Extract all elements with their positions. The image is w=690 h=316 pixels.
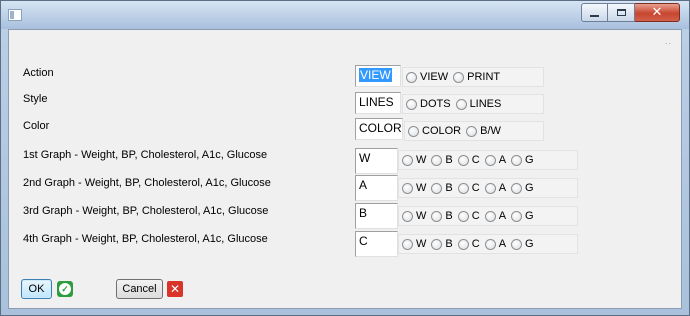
action-field[interactable]: VIEW [355, 65, 401, 87]
radio-icon[interactable] [484, 182, 496, 194]
color-radio-group: COLOR B/W [404, 121, 544, 141]
radio-icon[interactable] [406, 71, 417, 83]
graph3-option-g[interactable]: G [511, 210, 534, 222]
style-field[interactable]: LINES [355, 92, 401, 114]
radio-icon[interactable] [511, 238, 523, 250]
cancel-button[interactable]: Cancel [116, 279, 163, 299]
checkmark-icon[interactable]: ✓ [57, 281, 73, 297]
radio-icon[interactable] [484, 154, 496, 166]
action-option-view[interactable]: VIEW [406, 71, 448, 83]
radio-icon[interactable] [457, 182, 469, 194]
color-option-bw[interactable]: B/W [466, 125, 501, 137]
maximize-icon [616, 9, 626, 16]
graph1-option-b[interactable]: B [431, 154, 453, 166]
maximize-button[interactable] [608, 3, 635, 22]
radio-icon[interactable] [511, 210, 523, 222]
radio-icon[interactable] [457, 210, 469, 222]
graph1-radio-group: W B C A G [398, 150, 578, 170]
color-label: Color [23, 120, 50, 132]
radio-icon[interactable] [431, 154, 443, 166]
radio-icon[interactable] [408, 125, 419, 137]
graph1-option-g[interactable]: G [511, 154, 534, 166]
graph2-field[interactable]: A [355, 175, 398, 201]
graph1-label: 1st Graph - Weight, BP, Cholesterol, A1c… [23, 149, 268, 161]
color-field[interactable]: COLOR [355, 118, 403, 140]
style-option-lines[interactable]: LINES [455, 98, 501, 110]
style-label: Style [23, 93, 48, 105]
radio-icon[interactable] [402, 182, 413, 194]
radio-icon[interactable] [453, 71, 465, 83]
graph3-field[interactable]: B [355, 203, 398, 229]
graph4-option-b[interactable]: B [431, 238, 453, 250]
radio-icon[interactable] [402, 210, 413, 222]
graph2-option-g[interactable]: G [511, 182, 534, 194]
radio-icon[interactable] [457, 238, 469, 250]
title-bar[interactable]: ✕ [1, 1, 689, 29]
ok-button[interactable]: OK [21, 279, 52, 299]
radio-icon[interactable] [431, 210, 443, 222]
radio-icon[interactable] [511, 182, 523, 194]
radio-icon[interactable] [511, 154, 523, 166]
graph2-label: 2nd Graph - Weight, BP, Cholesterol, A1c… [23, 177, 271, 189]
cancel-x-icon[interactable]: ✕ [167, 281, 183, 297]
radio-icon[interactable] [402, 154, 413, 166]
radio-icon[interactable] [455, 98, 467, 110]
graph3-option-c[interactable]: C [457, 210, 480, 222]
graph2-option-a[interactable]: A [484, 182, 506, 194]
radio-icon[interactable] [402, 238, 413, 250]
graph4-option-w[interactable]: W [402, 238, 426, 250]
style-radio-group: DOTS LINES [402, 94, 544, 114]
graph2-option-b[interactable]: B [431, 182, 453, 194]
graph4-option-g[interactable]: G [511, 238, 534, 250]
graph4-radio-group: W B C A G [398, 234, 578, 254]
grip-icon: .. [664, 36, 672, 46]
action-label: Action [23, 67, 54, 79]
graph4-option-a[interactable]: A [484, 238, 506, 250]
radio-icon[interactable] [406, 98, 417, 110]
close-button[interactable]: ✕ [635, 3, 680, 22]
graph1-option-a[interactable]: A [484, 154, 506, 166]
dialog-window: ✕ .. Action VIEW VIEW PRINT Style LINES … [0, 0, 690, 316]
minimize-icon [590, 14, 599, 17]
radio-icon[interactable] [466, 125, 478, 137]
action-radio-group: VIEW PRINT [402, 67, 544, 87]
action-option-print[interactable]: PRINT [453, 71, 500, 83]
graph3-option-w[interactable]: W [402, 210, 426, 222]
minimize-button[interactable] [581, 3, 608, 22]
graph2-option-c[interactable]: C [457, 182, 480, 194]
radio-icon[interactable] [431, 238, 443, 250]
graph3-option-a[interactable]: A [484, 210, 506, 222]
graph3-option-b[interactable]: B [431, 210, 453, 222]
graph1-option-c[interactable]: C [457, 154, 480, 166]
graph2-radio-group: W B C A G [398, 178, 578, 198]
radio-icon[interactable] [431, 182, 443, 194]
style-option-dots[interactable]: DOTS [406, 98, 451, 110]
app-icon [8, 9, 22, 21]
graph2-option-w[interactable]: W [402, 182, 426, 194]
graph1-field[interactable]: W [355, 148, 398, 174]
graph4-field[interactable]: C [355, 231, 398, 257]
radio-icon[interactable] [484, 210, 496, 222]
graph3-label: 3rd Graph - Weight, BP, Cholesterol, A1c… [23, 205, 269, 217]
radio-icon[interactable] [484, 238, 496, 250]
graph4-label: 4th Graph - Weight, BP, Cholesterol, A1c… [23, 233, 268, 245]
window-controls: ✕ [581, 3, 680, 22]
graph4-option-c[interactable]: C [457, 238, 480, 250]
dialog-body: .. Action VIEW VIEW PRINT Style LINES DO… [8, 29, 682, 309]
color-option-color[interactable]: COLOR [408, 125, 461, 137]
radio-icon[interactable] [457, 154, 469, 166]
graph3-radio-group: W B C A G [398, 206, 578, 226]
graph1-option-w[interactable]: W [402, 154, 426, 166]
close-icon: ✕ [651, 5, 663, 20]
